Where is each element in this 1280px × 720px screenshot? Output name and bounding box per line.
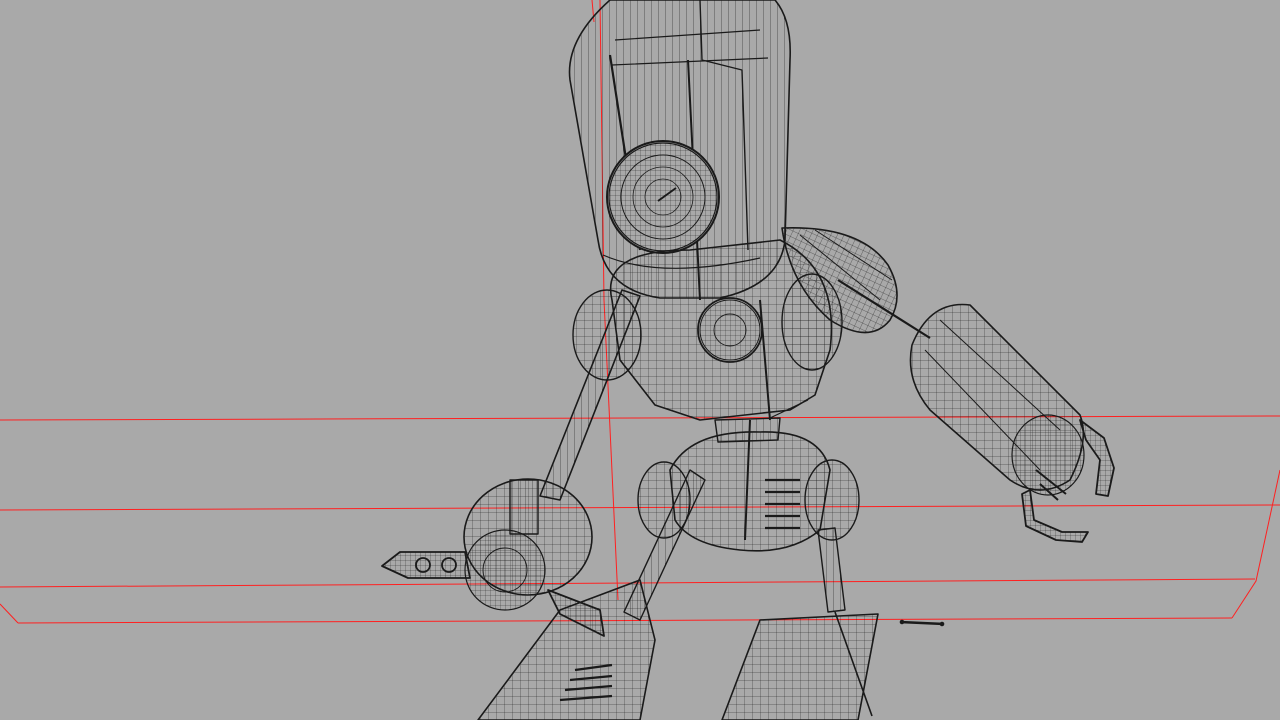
3d-viewport[interactable] [0, 0, 1280, 720]
robot-eye-lens[interactable] [606, 140, 720, 254]
